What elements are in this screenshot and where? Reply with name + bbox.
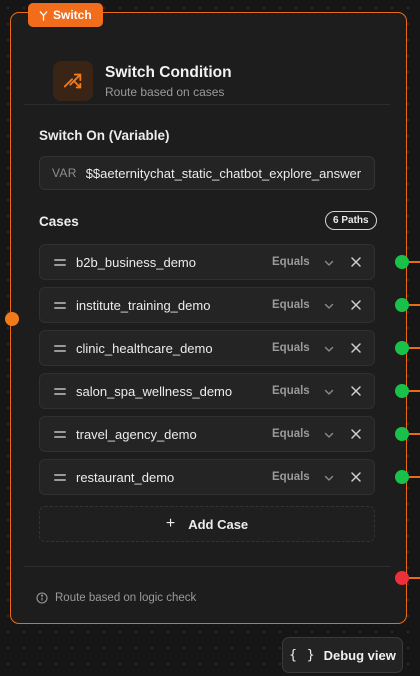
case-row[interactable]: restaurant_demo Equals <box>39 459 375 495</box>
node-header: Switch Condition Route based on cases <box>53 61 406 105</box>
chevron-down-icon[interactable] <box>323 472 335 484</box>
case-output-handle[interactable] <box>395 255 409 269</box>
case-output-handle[interactable] <box>395 470 409 484</box>
remove-case-icon[interactable] <box>350 428 362 440</box>
case-value[interactable]: b2b_business_demo <box>76 255 196 270</box>
case-edge <box>409 433 420 435</box>
case-row[interactable]: clinic_healthcare_demo Equals <box>39 330 375 366</box>
case-edge <box>409 304 420 306</box>
debug-view-label: Debug view <box>323 647 396 663</box>
drag-handle-icon[interactable] <box>54 474 66 481</box>
node-type-label: Switch <box>53 8 92 22</box>
case-operator[interactable]: Equals <box>272 428 310 440</box>
case-row[interactable]: travel_agency_demo Equals <box>39 416 375 452</box>
remove-case-icon[interactable] <box>350 256 362 268</box>
footer-divider <box>24 566 390 567</box>
node-subtitle: Route based on cases <box>105 85 225 99</box>
switch-branch-icon <box>53 61 93 101</box>
remove-case-icon[interactable] <box>350 385 362 397</box>
case-edge <box>409 476 420 478</box>
case-operator[interactable]: Equals <box>272 256 310 268</box>
chevron-down-icon[interactable] <box>323 343 335 355</box>
case-output-handle[interactable] <box>395 298 409 312</box>
paths-count-badge: 6 Paths <box>325 211 377 230</box>
case-output-handle[interactable] <box>395 341 409 355</box>
remove-case-icon[interactable] <box>350 471 362 483</box>
branch-icon <box>39 10 48 21</box>
drag-handle-icon[interactable] <box>54 388 66 395</box>
case-value[interactable]: restaurant_demo <box>76 470 174 485</box>
chevron-down-icon[interactable] <box>323 257 335 269</box>
info-icon <box>36 592 48 604</box>
header-divider <box>24 104 390 105</box>
case-value[interactable]: salon_spa_wellness_demo <box>76 384 232 399</box>
add-case-button[interactable]: + Add Case <box>39 506 375 542</box>
case-value[interactable]: institute_training_demo <box>76 298 210 313</box>
code-braces-icon: { } <box>289 647 316 663</box>
default-edge <box>409 577 420 579</box>
chevron-down-icon[interactable] <box>323 300 335 312</box>
case-operator[interactable]: Equals <box>272 299 310 311</box>
case-edge <box>409 261 420 263</box>
case-operator[interactable]: Equals <box>272 342 310 354</box>
drag-handle-icon[interactable] <box>54 345 66 352</box>
case-edge <box>409 347 420 349</box>
switch-on-label: Switch On (Variable) <box>39 128 170 143</box>
input-handle[interactable] <box>5 312 19 326</box>
case-operator[interactable]: Equals <box>272 385 310 397</box>
drag-handle-icon[interactable] <box>54 259 66 266</box>
variable-field[interactable]: VAR $$aeternitychat_static_chatbot_explo… <box>39 156 375 190</box>
case-value[interactable]: clinic_healthcare_demo <box>76 341 213 356</box>
footer-text: Route based on logic check <box>55 592 197 604</box>
debug-view-button[interactable]: { } Debug view <box>282 637 403 673</box>
case-row[interactable]: salon_spa_wellness_demo Equals <box>39 373 375 409</box>
case-value[interactable]: travel_agency_demo <box>76 427 197 442</box>
default-output-handle[interactable] <box>395 571 409 585</box>
variable-value: $$aeternitychat_static_chatbot_explore_a… <box>85 165 362 181</box>
node-title: Switch Condition <box>105 64 232 81</box>
add-case-label: Add Case <box>188 516 249 532</box>
case-row[interactable]: institute_training_demo Equals <box>39 287 375 323</box>
plus-icon: + <box>165 515 176 532</box>
case-row[interactable]: b2b_business_demo Equals <box>39 244 375 280</box>
var-prefix: VAR <box>52 166 77 180</box>
chevron-down-icon[interactable] <box>323 386 335 398</box>
chevron-down-icon[interactable] <box>323 429 335 441</box>
case-operator[interactable]: Equals <box>272 471 310 483</box>
drag-handle-icon[interactable] <box>54 431 66 438</box>
case-output-handle[interactable] <box>395 427 409 441</box>
node-footer: Route based on logic check <box>36 592 196 604</box>
drag-handle-icon[interactable] <box>54 302 66 309</box>
remove-case-icon[interactable] <box>350 299 362 311</box>
cases-label: Cases <box>39 214 79 229</box>
remove-case-icon[interactable] <box>350 342 362 354</box>
case-output-handle[interactable] <box>395 384 409 398</box>
node-type-tab[interactable]: Switch <box>28 3 103 27</box>
case-edge <box>409 390 420 392</box>
